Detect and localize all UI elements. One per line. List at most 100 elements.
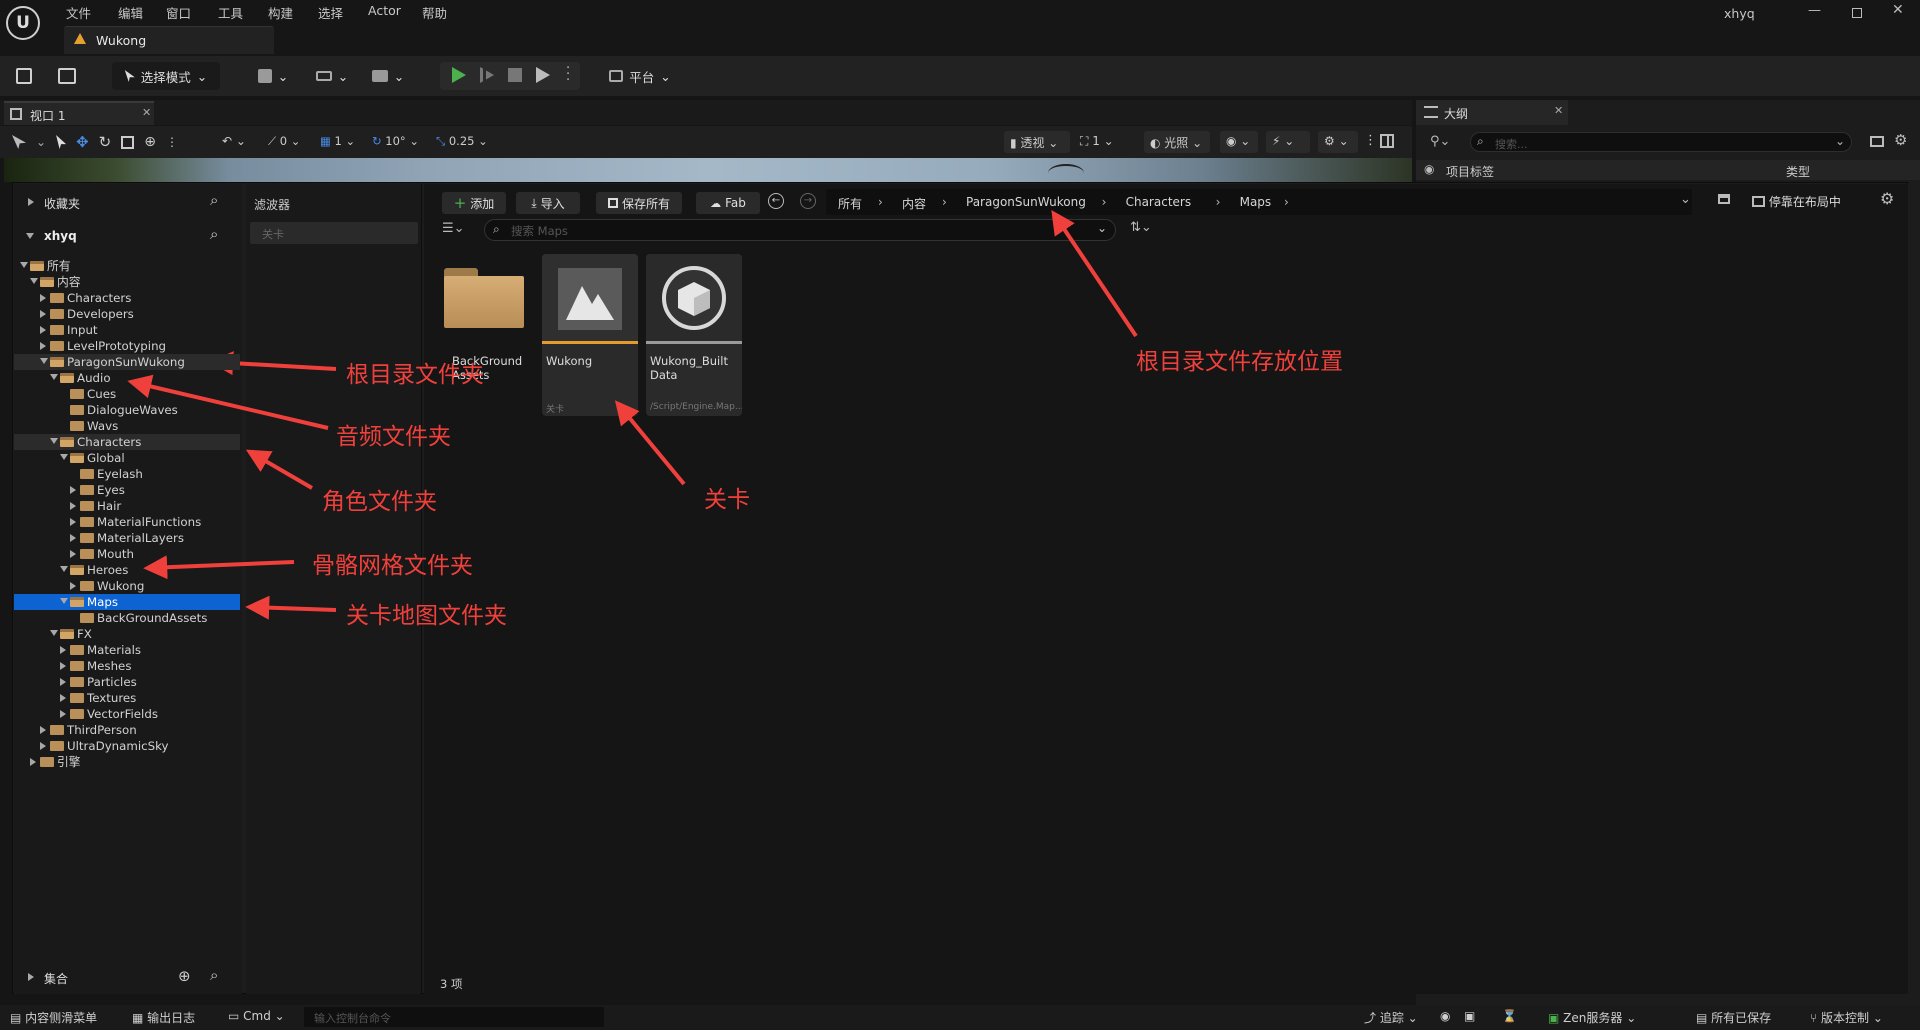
trace-button[interactable]: ⤴ 追踪 ⌄	[1364, 1009, 1418, 1026]
collapse-arrow-icon[interactable]	[30, 278, 38, 284]
tree-item-label: 引擎	[57, 755, 81, 769]
tree-item[interactable]: LevelPrototyping	[14, 338, 240, 354]
tree-item[interactable]: MaterialFunctions	[14, 514, 240, 530]
tree-item[interactable]: Wavs	[14, 418, 240, 434]
tree-item[interactable]: Mouth	[14, 546, 240, 562]
tree-item[interactable]: Meshes	[14, 658, 240, 674]
tree-item[interactable]: BackGroundAssets	[14, 610, 240, 626]
tree-item-label: LevelPrototyping	[67, 339, 167, 353]
tree-item[interactable]: Wukong	[14, 578, 240, 594]
tree-item-label: Characters	[67, 291, 132, 305]
breadcrumb-item[interactable]: 内容	[902, 195, 926, 212]
expand-arrow-icon[interactable]	[70, 486, 76, 494]
annotation-skeletal-mesh-folder: 骨骼网格文件夹	[312, 553, 473, 579]
tree-item[interactable]: Cues	[14, 386, 240, 402]
tree-item[interactable]: FX	[14, 626, 240, 642]
menu-item[interactable]: 构建	[268, 3, 293, 22]
content-drawer-button[interactable]: ▤ 内容侧滑菜单	[10, 1009, 97, 1026]
tree-item[interactable]: DialogueWaves	[14, 402, 240, 418]
tree-item[interactable]: UltraDynamicSky	[14, 738, 240, 754]
folder-icon	[60, 629, 74, 639]
expand-arrow-icon[interactable]	[70, 534, 76, 542]
menu-item[interactable]: 选择	[318, 3, 343, 22]
tree-item[interactable]: 所有	[14, 258, 240, 274]
expand-arrow-icon[interactable]	[60, 646, 66, 654]
breadcrumb-item[interactable]: 所有	[838, 195, 862, 212]
folder-icon	[50, 725, 64, 735]
tree-item[interactable]: Global	[14, 450, 240, 466]
tree-item[interactable]: Characters	[14, 434, 240, 450]
breadcrumb-separator-icon[interactable]: ›	[878, 195, 883, 209]
tree-item[interactable]: Heroes	[14, 562, 240, 578]
tree-item-label: ThirdPerson	[67, 723, 137, 737]
hourglass-icon[interactable]: ⌛	[1502, 1009, 1517, 1023]
version-control-button[interactable]: ⑂ 版本控制 ⌄	[1810, 1009, 1883, 1026]
collapse-arrow-icon[interactable]	[60, 566, 68, 572]
expand-arrow-icon[interactable]	[40, 726, 46, 734]
tree-item[interactable]: Materials	[14, 642, 240, 658]
tree-item[interactable]: Input	[14, 322, 240, 338]
breadcrumb-item[interactable]: Maps	[1240, 195, 1272, 209]
expand-arrow-icon[interactable]	[70, 518, 76, 526]
expand-arrow-icon[interactable]	[40, 342, 46, 350]
tree-item-label: Hair	[97, 499, 122, 513]
tree-item[interactable]: Textures	[14, 690, 240, 706]
tree-item[interactable]: ParagonSunWukong	[14, 354, 240, 370]
tree-item[interactable]: Developers	[14, 306, 240, 322]
tree-item[interactable]: Characters	[14, 290, 240, 306]
console-input[interactable]: 输入控制台命令	[304, 1007, 604, 1027]
tree-item[interactable]: Particles	[14, 674, 240, 690]
expand-arrow-icon[interactable]	[40, 742, 46, 750]
collapse-arrow-icon[interactable]	[40, 358, 48, 364]
expand-arrow-icon[interactable]	[40, 294, 46, 302]
expand-arrow-icon[interactable]	[60, 678, 66, 686]
cmd-button[interactable]: ▭ Cmd ⌄	[228, 1009, 285, 1023]
tree-item[interactable]: Eyelash	[14, 466, 240, 482]
expand-arrow-icon[interactable]	[70, 550, 76, 558]
expand-arrow-icon[interactable]	[60, 662, 66, 670]
menu-item[interactable]: 工具	[218, 3, 243, 22]
menu-item[interactable]: 文件	[66, 3, 91, 22]
collapse-arrow-icon[interactable]	[50, 630, 58, 636]
tree-item-label: Developers	[67, 307, 134, 321]
tree-item[interactable]: Audio	[14, 370, 240, 386]
tree-item-label: Wukong	[97, 579, 145, 593]
folder-icon	[70, 693, 84, 703]
all-saved-button[interactable]: ▤ 所有已保存	[1696, 1009, 1771, 1026]
tree-item[interactable]: Maps	[14, 594, 240, 610]
tree-item[interactable]: 引擎	[14, 754, 240, 770]
tree-item[interactable]: Hair	[14, 498, 240, 514]
record-icon[interactable]: ◉	[1440, 1009, 1450, 1023]
expand-arrow-icon[interactable]	[40, 326, 46, 334]
output-log-button[interactable]: ▦ 输出日志	[132, 1009, 195, 1026]
screenshot-icon[interactable]: ▣	[1464, 1009, 1475, 1023]
collapse-arrow-icon[interactable]	[50, 438, 58, 444]
breadcrumb-separator-icon[interactable]: ›	[1216, 195, 1221, 209]
tree-item[interactable]: ThirdPerson	[14, 722, 240, 738]
menu-item[interactable]: 编辑	[118, 3, 143, 22]
tree-item[interactable]: Eyes	[14, 482, 240, 498]
expand-arrow-icon[interactable]	[70, 582, 76, 590]
menu-item[interactable]: Actor	[368, 3, 401, 18]
expand-arrow-icon[interactable]	[60, 710, 66, 718]
zen-server-button[interactable]: ▣ Zen服务器 ⌄	[1548, 1009, 1636, 1026]
collapse-arrow-icon[interactable]	[60, 454, 68, 460]
expand-arrow-icon[interactable]	[70, 502, 76, 510]
tree-item-label: Wavs	[87, 419, 119, 433]
expand-arrow-icon[interactable]	[60, 694, 66, 702]
breadcrumb-separator-icon[interactable]: ›	[1102, 195, 1107, 209]
expand-arrow-icon[interactable]	[40, 310, 46, 318]
collapse-arrow-icon[interactable]	[50, 374, 58, 380]
menu-item[interactable]: 帮助	[422, 3, 447, 22]
breadcrumb-item[interactable]: ParagonSunWukong	[966, 195, 1086, 209]
breadcrumb-item[interactable]: Characters	[1126, 195, 1192, 209]
tree-item[interactable]: VectorFields	[14, 706, 240, 722]
tree-item[interactable]: MaterialLayers	[14, 530, 240, 546]
expand-arrow-icon[interactable]	[30, 758, 36, 766]
breadcrumb-separator-icon[interactable]: ›	[942, 195, 947, 209]
tree-item[interactable]: 内容	[14, 274, 240, 290]
collapse-arrow-icon[interactable]	[20, 262, 28, 268]
breadcrumb-separator-icon[interactable]: ›	[1284, 195, 1289, 209]
menu-item[interactable]: 窗口	[166, 3, 191, 22]
collapse-arrow-icon[interactable]	[60, 598, 68, 604]
